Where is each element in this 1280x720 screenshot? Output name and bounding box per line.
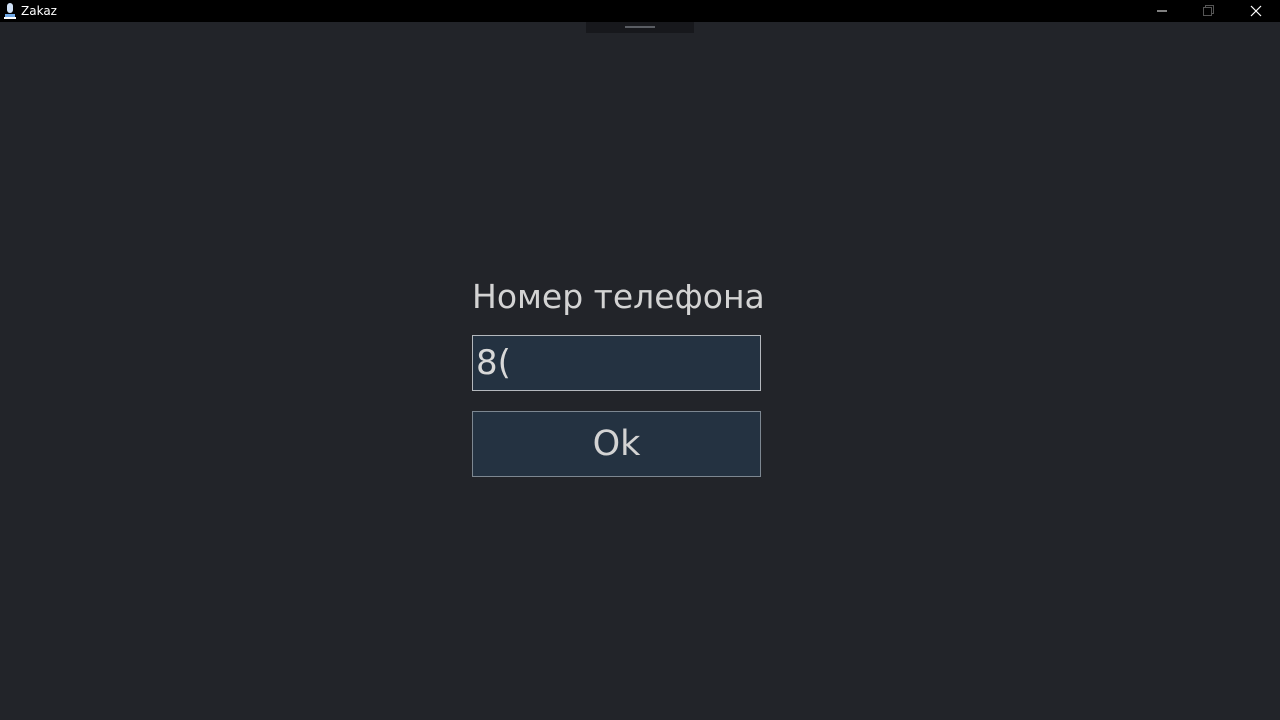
window-title: Zakaz	[21, 4, 57, 18]
ok-button[interactable]: Ok	[472, 411, 761, 477]
maximize-icon	[1203, 5, 1214, 16]
close-icon	[1250, 5, 1262, 17]
title-bar[interactable]: Zakaz	[0, 0, 1280, 22]
phone-number-label: Номер телефона	[472, 277, 765, 316]
minimize-icon	[1157, 10, 1167, 12]
maximize-button[interactable]	[1185, 0, 1231, 22]
close-button[interactable]	[1233, 0, 1279, 22]
app-icon	[4, 3, 16, 19]
drag-grip	[625, 26, 655, 28]
minimize-button[interactable]	[1139, 0, 1185, 22]
phone-number-input[interactable]	[472, 335, 761, 391]
drag-handle[interactable]	[586, 22, 694, 33]
